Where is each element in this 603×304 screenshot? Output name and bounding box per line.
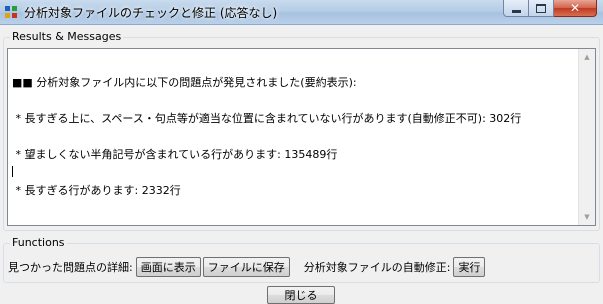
- app-icon: [5, 6, 18, 19]
- functions-group-label: Functions: [10, 236, 67, 249]
- show-on-screen-button[interactable]: 画面に表示: [135, 257, 201, 277]
- maximize-button[interactable]: [529, 0, 554, 17]
- results-group-label: Results & Messages: [10, 30, 124, 43]
- results-scrollbar[interactable]: ▲ ▼: [578, 49, 595, 225]
- close-window-button[interactable]: ✕: [554, 0, 597, 17]
- title-bar: 分析対象ファイルのチェックと修正 (応答なし) ✕: [0, 0, 603, 25]
- details-label: 見つかった問題点の詳細:: [8, 261, 133, 274]
- minimize-icon: [511, 9, 521, 13]
- save-to-file-button[interactable]: ファイルに保存: [202, 257, 290, 277]
- results-line: * 長すぎる行があります: 2332行: [12, 184, 181, 197]
- results-line: ■■ 分析対象ファイル内に以下の問題点が発見されました(要約表示):: [12, 76, 357, 89]
- functions-row: 見つかった問題点の詳細: 画面に表示 ファイルに保存 分析対象ファイルの自動修正…: [8, 257, 486, 277]
- maximize-icon: [536, 3, 546, 13]
- results-line: * 望ましくない半角記号が含まれている行があります: 135489行: [12, 148, 338, 161]
- results-text: ■■ 分析対象ファイル内に以下の問題点が発見されました(要約表示): * 長すぎ…: [12, 53, 577, 221]
- execute-button[interactable]: 実行: [453, 257, 486, 277]
- minimize-button[interactable]: [503, 0, 529, 17]
- results-line: * 長すぎる上に、スペース・句点等が適当な位置に含まれていない行があります(自動…: [12, 112, 522, 125]
- window-title: 分析対象ファイルのチェックと修正 (応答なし): [24, 6, 278, 20]
- scroll-up-arrow-icon[interactable]: ▲: [579, 49, 595, 65]
- window-controls: ✕: [503, 0, 597, 18]
- auto-fix-label: 分析対象ファイルの自動修正:: [303, 261, 451, 274]
- close-button[interactable]: 閉じる: [267, 286, 335, 304]
- close-icon: ✕: [569, 1, 581, 15]
- text-caret: [12, 166, 13, 177]
- scroll-down-arrow-icon[interactable]: ▼: [579, 209, 595, 225]
- results-textarea[interactable]: ■■ 分析対象ファイル内に以下の問題点が発見されました(要約表示): * 長すぎ…: [7, 48, 596, 226]
